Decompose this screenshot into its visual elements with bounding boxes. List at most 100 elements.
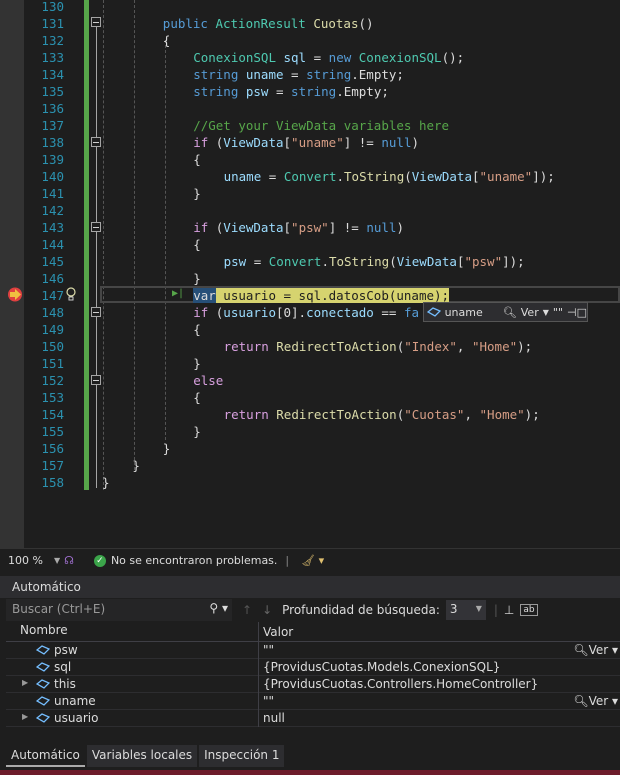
variable-value[interactable]: null <box>258 710 620 727</box>
code-token: . <box>336 84 344 99</box>
search-next-icon[interactable]: ↓ <box>262 603 272 617</box>
code-text: uname = Convert.ToString(ViewData["uname… <box>224 168 555 185</box>
code-line[interactable]: 140 uname = Convert.ToString(ViewData["un… <box>0 168 620 185</box>
code-token: psw <box>245 84 276 99</box>
datatip-view-button[interactable]: Ver <box>521 306 539 319</box>
variable-name: sql <box>54 660 72 674</box>
execution-pointer-icon <box>8 287 22 302</box>
search-depth-select[interactable]: 3 ▼ <box>445 600 486 620</box>
column-header-value[interactable]: Valor <box>258 622 620 642</box>
tab-watch-1[interactable]: Inspección 1 <box>199 745 285 767</box>
expand-arrow-icon[interactable]: ▶ <box>22 678 28 687</box>
code-line[interactable]: 156} <box>0 440 620 457</box>
code-text: } <box>193 185 201 202</box>
lightbulb-icon[interactable] <box>65 287 77 302</box>
search-input[interactable]: Buscar (Ctrl+E) ⚲ ▾ <box>6 599 232 621</box>
variable-value[interactable]: {ProvidusCuotas.Controllers.HomeControll… <box>258 676 620 693</box>
run-to-click-icon[interactable]: ▶| <box>172 288 184 299</box>
code-line[interactable]: 133 ConexionSQL sql = new ConexionSQL(); <box>0 49 620 66</box>
collapse-toggle[interactable] <box>91 137 101 147</box>
code-line[interactable]: 153 { <box>0 389 620 406</box>
code-line[interactable]: 157} <box>0 457 620 474</box>
column-header-name[interactable]: Nombre <box>20 623 68 637</box>
code-line[interactable]: 139 { <box>0 151 620 168</box>
variable-value[interactable]: "" 🔍︎Ver ▾ <box>258 642 620 659</box>
code-line[interactable]: 158} <box>0 474 620 491</box>
code-token: { <box>193 390 201 405</box>
variable-value[interactable]: {ProvidusCuotas.Models.ConexionSQL} <box>258 659 620 676</box>
pin-filter-icon[interactable]: ⊥ <box>504 603 514 617</box>
code-line[interactable]: 135 string psw = string.Empty; <box>0 83 620 100</box>
code-text: { <box>193 389 201 406</box>
code-text: return RedirectToAction("Cuotas", "Home"… <box>224 406 540 423</box>
code-token: } <box>193 424 201 439</box>
variable-row[interactable]: ▶ usuario null <box>6 710 620 727</box>
code-line[interactable]: 134 string uname = string.Empty; <box>0 66 620 83</box>
variable-value[interactable]: "" 🔍︎Ver ▾ <box>258 693 620 710</box>
code-line[interactable]: 145 psw = Convert.ToString(ViewData["psw"… <box>0 253 620 270</box>
code-token: usuario <box>223 305 276 320</box>
code-token: "Cuotas" <box>404 407 465 422</box>
datatip[interactable]: uname 🔍︎ Ver ▼ "" ⊣□ <box>423 302 588 322</box>
code-line[interactable]: 137 //Get your ViewData variables here <box>0 117 620 134</box>
code-line[interactable]: 149 { <box>0 321 620 338</box>
collapse-toggle[interactable] <box>91 17 101 27</box>
pin-icon[interactable]: ⊣□ <box>567 306 587 319</box>
code-text: ConexionSQL sql = new ConexionSQL(); <box>193 49 464 66</box>
code-token: "uname" <box>291 135 344 150</box>
tab-locals[interactable]: Variables locales <box>86 745 198 767</box>
view-label: Ver <box>588 694 609 708</box>
code-line[interactable]: 150 return RedirectToAction("Index", "Hom… <box>0 338 620 355</box>
line-number: 156 <box>41 441 64 456</box>
code-text: } <box>193 355 201 372</box>
code-token: ViewData <box>223 220 284 235</box>
code-line[interactable]: 155} <box>0 423 620 440</box>
code-line[interactable]: 144 { <box>0 236 620 253</box>
code-line[interactable]: 141} <box>0 185 620 202</box>
variable-row[interactable]: psw "" 🔍︎Ver ▾ <box>6 642 620 659</box>
code-line[interactable]: 132 { <box>0 32 620 49</box>
issues-status[interactable]: No se encontraron problemas. <box>111 554 277 567</box>
search-previous-icon[interactable]: ↑ <box>242 603 252 617</box>
chevron-down-icon[interactable]: ▼ <box>543 308 549 317</box>
line-number: 141 <box>41 186 64 201</box>
collapse-toggle[interactable] <box>91 307 101 317</box>
copilot-icon[interactable]: ☊ <box>64 554 74 567</box>
editor-status-bar: 100 % ▼ ☊ ✓ No se encontraron problemas.… <box>0 548 620 572</box>
variable-icon <box>36 679 50 689</box>
collapse-toggle[interactable] <box>91 222 101 232</box>
code-editor[interactable]: 130 131 public ActionResult Cuotas() 132{13… <box>0 0 620 548</box>
variable-row[interactable]: ▶ this {ProvidusCuotas.Controllers.HomeCon… <box>6 676 620 693</box>
code-token: Empty; <box>358 67 404 82</box>
code-token: ViewData <box>411 169 472 184</box>
code-token: Empty; <box>343 84 389 99</box>
variable-icon <box>36 713 50 723</box>
zoom-dropdown-icon[interactable]: ▼ <box>54 556 60 565</box>
collapse-toggle[interactable] <box>91 375 101 385</box>
code-token: } <box>132 458 140 473</box>
code-line[interactable]: 146} <box>0 270 620 287</box>
pin-format-icon[interactable]: ab <box>520 604 538 616</box>
code-line[interactable]: 136 <box>0 100 620 117</box>
search-icon[interactable]: ⚲ ▾ <box>209 601 228 615</box>
code-token: ( <box>389 254 397 269</box>
code-cleanup-icon[interactable]: 🧹︎ ▾ <box>301 554 324 567</box>
code-token: ViewData <box>223 135 284 150</box>
tab-autos[interactable]: Automático <box>6 745 85 767</box>
zoom-level[interactable]: 100 % <box>8 554 54 567</box>
expand-arrow-icon[interactable]: ▶ <box>22 712 28 721</box>
view-label: Ver <box>588 643 609 657</box>
separator: | <box>285 554 290 567</box>
variable-row[interactable]: sql {ProvidusCuotas.Models.ConexionSQL} <box>6 659 620 676</box>
code-token: null <box>366 220 397 235</box>
code-line[interactable]: 130 <box>0 0 620 15</box>
code-line[interactable]: 154 return RedirectToAction("Cuotas", "Ho… <box>0 406 620 423</box>
code-line[interactable]: 151} <box>0 355 620 372</box>
view-visualizer-button[interactable]: 🔍︎Ver ▾ <box>573 693 618 709</box>
code-line[interactable]: 142 <box>0 202 620 219</box>
code-text: psw = Convert.ToString(ViewData["psw"]); <box>224 253 525 270</box>
code-token: . <box>321 254 329 269</box>
code-text: } <box>132 457 140 474</box>
view-visualizer-button[interactable]: 🔍︎Ver ▾ <box>573 642 618 658</box>
variable-row[interactable]: uname "" 🔍︎Ver ▾ <box>6 693 620 710</box>
